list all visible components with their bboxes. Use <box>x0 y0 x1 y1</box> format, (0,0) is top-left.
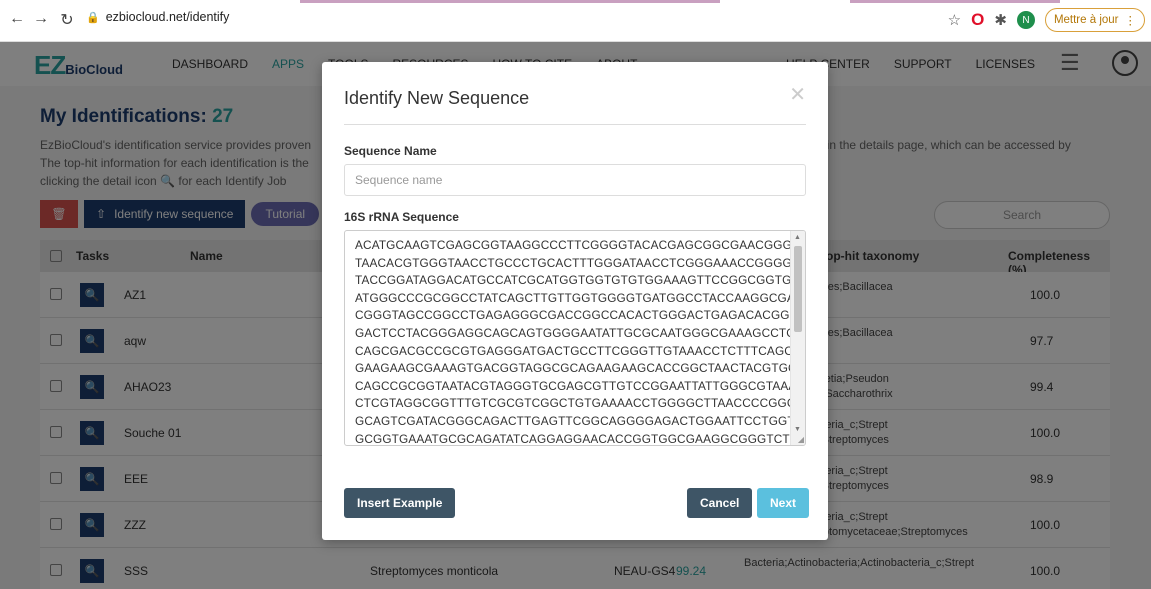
star-icon[interactable]: ☆ <box>948 11 961 29</box>
sequence-line: GACTCCTACGGGAGGCAGCAGTGGGGAATATTGCGCAATG… <box>355 325 806 340</box>
close-icon[interactable]: ✕ <box>789 82 806 107</box>
opera-extension-icon[interactable]: O <box>971 10 984 30</box>
lock-icon: 🔒 <box>86 12 100 24</box>
profile-avatar[interactable]: N <box>1016 11 1035 29</box>
sequence-line: CGGGTAGCCGGCCTGAGAGGGCGACCGGCCACACTGGGAC… <box>355 308 806 323</box>
tab-strip <box>300 0 1060 3</box>
modal-divider <box>344 124 806 125</box>
sequence-name-input[interactable] <box>344 164 806 196</box>
scroll-thumb[interactable] <box>794 246 802 332</box>
browser-toolbar-right: ☆ O ✱ N Mettre à jour ⋮ <box>948 6 1145 34</box>
sequence-line: ATGGGCCCGCGGCCTATCAGCTTGTTGGTGGGGTGATGGC… <box>355 290 806 305</box>
puzzle-extensions-icon[interactable]: ✱ <box>994 11 1007 29</box>
more-icon: ⋮ <box>1124 15 1137 27</box>
scroll-down-icon[interactable]: ▼ <box>794 426 801 433</box>
next-button[interactable]: Next <box>757 488 810 518</box>
sequence-line: CAGCCGCGGTAATACGTAGGGTGCGAGCGTTGTCCGGAAT… <box>355 378 806 393</box>
address-bar[interactable]: 🔒 ezbiocloud.net/identify <box>86 10 229 24</box>
scroll-up-icon[interactable]: ▲ <box>794 234 801 241</box>
sequence-label: 16S rRNA Sequence <box>344 210 459 224</box>
back-icon[interactable]: ← <box>6 10 28 28</box>
update-label: Mettre à jour <box>1053 14 1119 26</box>
update-button[interactable]: Mettre à jour ⋮ <box>1044 8 1145 32</box>
sequence-name-label: Sequence Name <box>344 144 437 158</box>
textarea-scrollbar[interactable]: ▲ ▼ <box>790 231 805 445</box>
forward-icon[interactable]: → <box>30 10 52 28</box>
reload-icon[interactable]: ↻ <box>56 10 78 30</box>
modal-title: Identify New Sequence <box>344 88 530 108</box>
sequence-line: TACCGGATAGGACATGCCATCGCATGGTGGTGTGTGGAAA… <box>355 273 806 288</box>
sequence-line: ACATGCAAGTCGAGCGGTAAGGCCCTTCGGGGTACACGAG… <box>355 238 806 252</box>
insert-example-button[interactable]: Insert Example <box>344 488 456 518</box>
sequence-line: GCAGTCGATACGGGCAGACTTGAGTTCGGCAGGGGAGACT… <box>355 413 806 428</box>
url-text: ezbiocloud.net/identify <box>105 10 230 24</box>
sequence-textarea[interactable]: ACATGCAAGTCGAGCGGTAAGGCCCTTCGGGGTACACGAG… <box>344 230 806 446</box>
sequence-line: TAACACGTGGGTAACCTGCCCTGCACTTTGGGATAACCTC… <box>355 255 806 270</box>
sequence-line: CAGCGACGCCGCGTGAGGGATGACTGCCTTCGGGTTGTAA… <box>355 343 806 358</box>
sequence-text: ACATGCAAGTCGAGCGGTAAGGCCCTTCGGGGTACACGAG… <box>355 237 806 446</box>
cancel-button[interactable]: Cancel <box>687 488 753 518</box>
sequence-line: GCGGTGAAATGCGCAGATATCAGGAGGAACACCGGTGGCG… <box>355 431 806 446</box>
resize-grip-icon[interactable]: ◢ <box>798 435 804 444</box>
browser-chrome: ← → ↻ 🔒 ezbiocloud.net/identify ☆ O ✱ N M… <box>0 0 1151 42</box>
sequence-line: CTCGTAGGCGGTTTGTCGCGTCGGCTGTGAAAACCTGGGG… <box>355 396 806 411</box>
identify-sequence-modal: Identify New Sequence ✕ Sequence Name 16… <box>322 62 828 540</box>
sequence-line: GAAGAAGCGAAAGTGACGGTAGGCGCAGAAGAAGCACCGG… <box>355 361 806 376</box>
